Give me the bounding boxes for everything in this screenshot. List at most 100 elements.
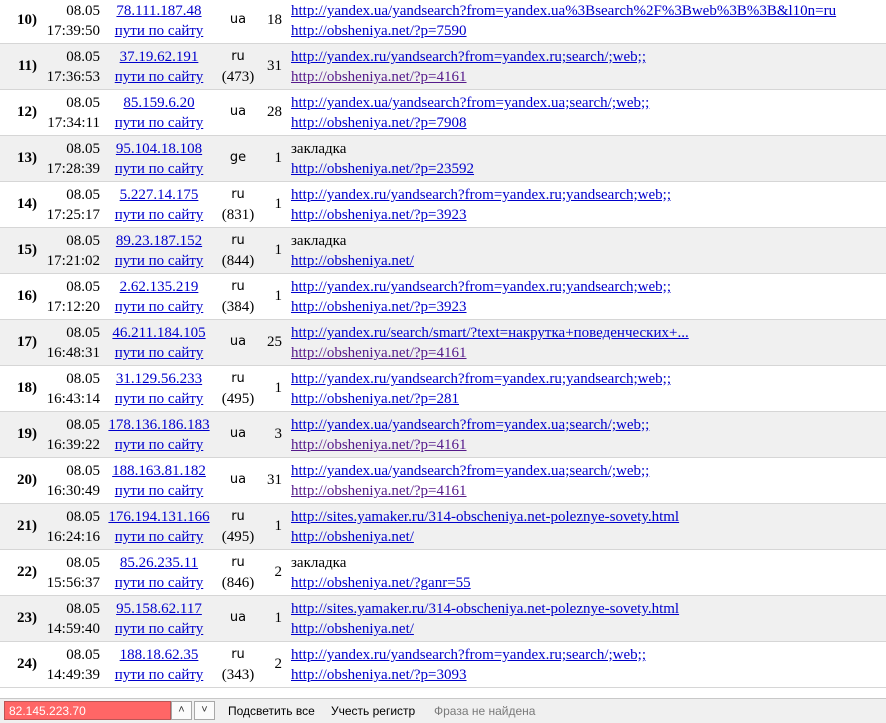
landing-page-link[interactable]: http://obsheniya.net/ [291, 619, 414, 639]
ip-address-link[interactable]: 188.18.62.35 [104, 645, 214, 665]
country-code: ge [229, 150, 247, 165]
referrer-link[interactable]: http://yandex.ru/search/smart/?text=накр… [291, 323, 689, 343]
row-number: 12) [17, 104, 37, 120]
landing-page-link[interactable]: http://obsheniya.net/?p=281 [291, 389, 459, 409]
ip-address-link[interactable]: 95.158.62.117 [104, 599, 214, 619]
row-number: 20) [17, 472, 37, 488]
visit-date: 08.05 [66, 279, 100, 295]
site-paths-link[interactable]: пути по сайту [104, 113, 214, 133]
site-paths-link[interactable]: пути по сайту [104, 67, 214, 87]
region-code: (343) [221, 667, 255, 683]
highlight-all-button[interactable]: Подсветить все [228, 703, 315, 719]
find-previous-button[interactable]: ˄ [171, 701, 192, 720]
referrer-link[interactable]: http://yandex.ru/yandsearch?from=yandex.… [291, 369, 671, 389]
ip-address-link[interactable]: 95.104.18.108 [104, 139, 214, 159]
site-paths-link[interactable]: пути по сайту [104, 665, 214, 685]
referrer-link[interactable]: http://yandex.ua/yandsearch?from=yandex.… [291, 415, 649, 435]
chevron-down-icon: ˅ [201, 704, 208, 716]
visit-date: 08.05 [66, 509, 100, 525]
ip-address-link[interactable]: 178.136.186.183 [104, 415, 214, 435]
country-code: ru [231, 647, 245, 662]
visit-date: 08.05 [66, 187, 100, 203]
ip-address-link[interactable]: 85.26.235.11 [104, 553, 214, 573]
ip-address-link[interactable]: 46.211.184.105 [104, 323, 214, 343]
ip-address-link[interactable]: 85.159.6.20 [104, 93, 214, 113]
landing-page-link[interactable]: http://obsheniya.net/?p=4161 [291, 435, 467, 455]
visit-time: 15:56:37 [46, 575, 100, 591]
visit-date: 08.05 [66, 141, 100, 157]
site-paths-link[interactable]: пути по сайту [104, 21, 214, 41]
table-row: 17) 08.05 16:48:31 46.211.184.105 пути по са… [0, 320, 886, 366]
ip-address-link[interactable]: 5.227.14.175 [104, 185, 214, 205]
ip-address-link[interactable]: 2.62.135.219 [104, 277, 214, 297]
site-paths-link[interactable]: пути по сайту [104, 619, 214, 639]
landing-page-link[interactable]: http://obsheniya.net/?p=7590 [291, 21, 467, 41]
visit-date: 08.05 [66, 647, 100, 663]
ip-address-link[interactable]: 176.194.131.166 [104, 507, 214, 527]
referrer-link[interactable]: http://yandex.ua/yandsearch?from=yandex.… [291, 1, 836, 21]
referrer-link[interactable]: http://yandex.ru/yandsearch?from=yandex.… [291, 47, 646, 67]
landing-page-link[interactable]: http://obsheniya.net/?p=4161 [291, 343, 467, 363]
row-number: 18) [17, 380, 37, 396]
visit-time: 17:28:39 [46, 161, 100, 177]
match-case-button[interactable]: Учесть регистр [331, 703, 415, 719]
landing-page-link[interactable]: http://obsheniya.net/?p=4161 [291, 67, 467, 87]
table-row: 23) 08.05 14:59:40 95.158.62.117 пути по сай… [0, 596, 886, 642]
landing-page-link[interactable]: http://obsheniya.net/?p=3923 [291, 205, 467, 225]
ip-address-link[interactable]: 89.23.187.152 [104, 231, 214, 251]
ip-address-link[interactable]: 31.129.56.233 [104, 369, 214, 389]
table-row: 19) 08.05 16:39:22 178.136.186.183 пути по с… [0, 412, 886, 458]
visit-count: 1 [274, 196, 283, 212]
find-next-button[interactable]: ˅ [194, 701, 215, 720]
landing-page-link[interactable]: http://obsheniya.net/?p=7908 [291, 113, 467, 133]
site-paths-link[interactable]: пути по сайту [104, 343, 214, 363]
find-input[interactable] [4, 701, 171, 720]
table-row: 14) 08.05 17:25:17 5.227.14.175 пути по сайт… [0, 182, 886, 228]
site-paths-link[interactable]: пути по сайту [104, 481, 214, 501]
referrer-link[interactable]: http://yandex.ru/yandsearch?from=yandex.… [291, 277, 671, 297]
landing-page-link[interactable]: http://obsheniya.net/?p=3923 [291, 297, 467, 317]
site-paths-link[interactable]: пути по сайту [104, 159, 214, 179]
landing-page-link[interactable]: http://obsheniya.net/?p=23592 [291, 159, 474, 179]
row-number: 21) [17, 518, 37, 534]
visit-date: 08.05 [66, 233, 100, 249]
ip-address-link[interactable]: 188.163.81.182 [104, 461, 214, 481]
ip-address-link[interactable]: 37.19.62.191 [104, 47, 214, 67]
visit-count: 3 [274, 426, 283, 442]
country-code: ua [229, 104, 247, 119]
country-code: ua [229, 472, 247, 487]
site-paths-link[interactable]: пути по сайту [104, 573, 214, 593]
country-code: ua [229, 426, 247, 441]
site-paths-link[interactable]: пути по сайту [104, 297, 214, 317]
referrer-link[interactable]: http://yandex.ru/yandsearch?from=yandex.… [291, 185, 671, 205]
visit-count: 25 [267, 334, 282, 350]
site-paths-link[interactable]: пути по сайту [104, 527, 214, 547]
visit-date: 08.05 [66, 463, 100, 479]
landing-page-link[interactable]: http://obsheniya.net/ [291, 527, 414, 547]
referrer-link[interactable]: http://yandex.ua/yandsearch?from=yandex.… [291, 93, 649, 113]
table-row: 16) 08.05 17:12:20 2.62.135.219 пути по сайт… [0, 274, 886, 320]
visit-time: 16:24:16 [46, 529, 100, 545]
referrer-link[interactable]: http://yandex.ua/yandsearch?from=yandex.… [291, 461, 649, 481]
referrer-link[interactable]: http://sites.yamaker.ru/314-obscheniya.n… [291, 507, 679, 527]
row-number: 11) [17, 58, 37, 74]
ip-address-link[interactable]: 78.111.187.48 [104, 1, 214, 21]
site-paths-link[interactable]: пути по сайту [104, 389, 214, 409]
landing-page-link[interactable]: http://obsheniya.net/?ganr=55 [291, 573, 471, 593]
country-code: ru [231, 555, 245, 570]
site-paths-link[interactable]: пути по сайту [104, 251, 214, 271]
region-code: (831) [221, 207, 255, 223]
site-paths-link[interactable]: пути по сайту [104, 435, 214, 455]
table-row: 22) 08.05 15:56:37 85.26.235.11 пути по сайт… [0, 550, 886, 596]
landing-page-link[interactable]: http://obsheniya.net/?p=3093 [291, 665, 467, 685]
referrer-link[interactable]: http://sites.yamaker.ru/314-obscheniya.n… [291, 599, 679, 619]
landing-page-link[interactable]: http://obsheniya.net/?p=4161 [291, 481, 467, 501]
country-code: ua [229, 334, 247, 349]
referrer-link[interactable]: http://yandex.ru/yandsearch?from=yandex.… [291, 645, 646, 665]
table-row: 20) 08.05 16:30:49 188.163.81.182 пути по са… [0, 458, 886, 504]
site-paths-link[interactable]: пути по сайту [104, 205, 214, 225]
landing-page-link[interactable]: http://obsheniya.net/ [291, 251, 414, 271]
visit-count: 18 [267, 12, 282, 28]
row-number: 24) [17, 656, 37, 672]
row-number: 22) [17, 564, 37, 580]
